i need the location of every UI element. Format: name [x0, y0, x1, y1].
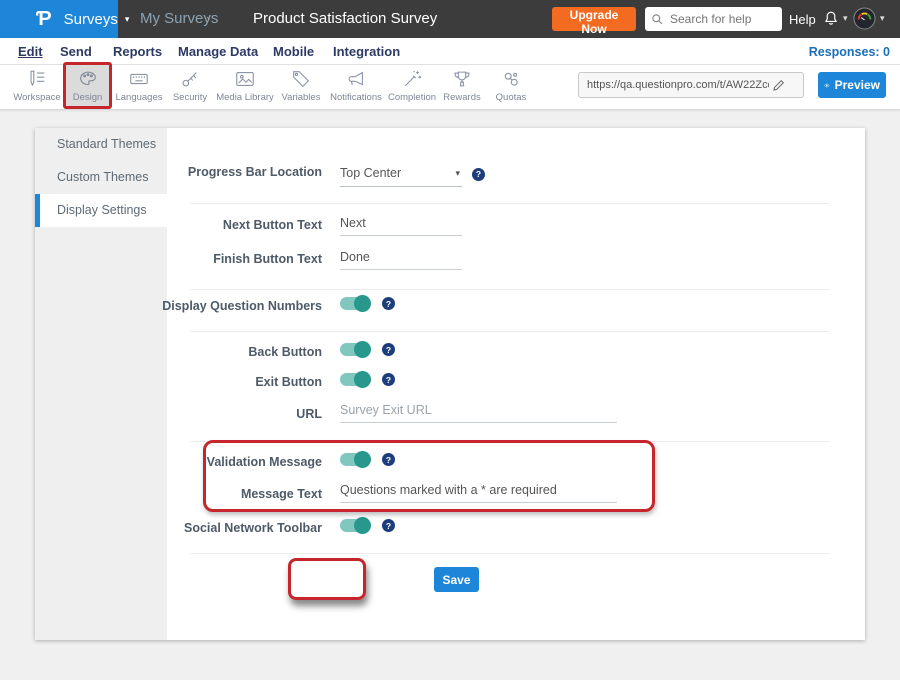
toolbar-item-quotas[interactable]: Quotas: [488, 62, 534, 109]
key-icon: [179, 68, 201, 90]
next-button-text-label: Next Button Text: [55, 218, 322, 232]
survey-url: https://qa.questionpro.com/t/AW22Zcq2J: [587, 79, 769, 91]
validation-message-label: Validation Message: [55, 455, 322, 469]
responses-count[interactable]: Responses: 0: [809, 45, 890, 59]
message-text-label: Message Text: [55, 487, 322, 501]
toolbar-item-completion[interactable]: Completion: [388, 62, 436, 109]
toolbar-item-label: Security: [173, 92, 207, 103]
divider: [190, 553, 830, 554]
help-link[interactable]: Help: [789, 12, 816, 27]
chevron-down-icon[interactable]: ▾: [880, 13, 885, 24]
display-question-numbers-label: Display Question Numbers: [55, 299, 322, 313]
breadcrumb-separator-icon: ›: [206, 11, 210, 26]
toolbar-item-label: Quotas: [496, 92, 527, 103]
trophy-icon: [451, 68, 473, 90]
toolbar-item-label: Media Library: [216, 92, 274, 103]
tag-icon: [290, 68, 312, 90]
sidebar-item-standard-themes[interactable]: Standard Themes: [35, 128, 167, 161]
progress-bar-location-label: Progress Bar Location: [55, 165, 322, 179]
help-icon[interactable]: ?: [382, 373, 395, 386]
chevron-down-icon[interactable]: ▾: [843, 13, 848, 24]
palette-icon: [77, 68, 99, 90]
questionpro-logo: Ƥ: [36, 9, 52, 29]
next-button-text-input[interactable]: [340, 216, 462, 236]
toolbar-item-languages[interactable]: Languages: [112, 62, 166, 109]
finish-button-text-input[interactable]: [340, 250, 462, 270]
preview-label: Preview: [835, 78, 880, 92]
toolbar-item-label: Completion: [388, 92, 436, 103]
divider: [190, 289, 830, 290]
exit-url-input[interactable]: [340, 403, 617, 423]
toolbar-item-variables[interactable]: Variables: [278, 62, 324, 109]
social-network-toolbar-toggle[interactable]: [340, 519, 370, 532]
toolbar-item-media-library[interactable]: Media Library: [212, 62, 278, 109]
nav-reports[interactable]: Reports: [113, 44, 162, 59]
keyboard-icon: [128, 68, 150, 90]
eye-icon: [824, 80, 830, 91]
topbar: Ƥ Surveys ▾ My Surveys › Product Satisfa…: [0, 0, 900, 38]
exit-button-label: Exit Button: [55, 375, 322, 389]
display-question-numbers-toggle[interactable]: [340, 297, 370, 310]
finish-button-text-label: Finish Button Text: [55, 252, 322, 266]
avatar[interactable]: [853, 7, 876, 30]
progress-bar-location-value: Top Center: [340, 166, 401, 180]
help-icon[interactable]: ?: [382, 453, 395, 466]
edit-url-pencil-icon[interactable]: [771, 78, 786, 93]
help-search-input[interactable]: [668, 11, 777, 27]
preview-button[interactable]: Preview: [818, 72, 886, 98]
divider: [190, 331, 830, 332]
nav-manage-data[interactable]: Manage Data: [178, 44, 258, 59]
chevron-down-icon: ▾: [125, 14, 130, 25]
toolbar-item-design[interactable]: Design: [63, 62, 112, 109]
social-network-toolbar-label: Social Network Toolbar: [55, 521, 322, 535]
wand-icon: [401, 68, 423, 90]
product-switcher[interactable]: Ƥ Surveys ▾: [0, 0, 118, 38]
help-icon[interactable]: ?: [472, 168, 485, 181]
back-button-label: Back Button: [55, 345, 322, 359]
back-button-toggle[interactable]: [340, 343, 370, 356]
nav-send[interactable]: Send: [60, 44, 92, 59]
toolbar-item-notifications[interactable]: Notifications: [324, 62, 388, 109]
toolbar-item-workspace[interactable]: Workspace: [12, 62, 62, 109]
validation-message-toggle[interactable]: [340, 453, 370, 466]
divider: [190, 441, 830, 442]
nav-edit[interactable]: Edit: [18, 44, 43, 59]
image-icon: [234, 68, 256, 90]
exit-url-label: URL: [55, 407, 322, 421]
display-settings-form: Progress Bar Location Top Center ▾ ? Nex…: [167, 128, 865, 640]
workspace-icon: [26, 68, 48, 90]
toolbar-item-label: Languages: [115, 92, 162, 103]
page-title: Product Satisfaction Survey: [253, 10, 437, 27]
product-name: Surveys: [64, 11, 118, 28]
help-icon[interactable]: ?: [382, 519, 395, 532]
toolbar-item-security[interactable]: Security: [168, 62, 212, 109]
toolbar-item-label: Workspace: [13, 92, 60, 103]
upgrade-now-button[interactable]: Upgrade Now: [552, 7, 636, 31]
app-window: Ƥ Surveys ▾ My Surveys › Product Satisfa…: [0, 0, 900, 680]
nav-mobile[interactable]: Mobile: [273, 44, 314, 59]
toolbar-item-label: Notifications: [330, 92, 382, 103]
megaphone-icon: [345, 68, 367, 90]
chevron-down-icon: ▾: [455, 161, 460, 185]
survey-nav: Edit Send Reports Manage Data Mobile Int…: [0, 38, 900, 65]
divider: [190, 203, 830, 204]
progress-bar-location-select[interactable]: Top Center ▾: [340, 161, 462, 187]
toolbar-item-label: Rewards: [443, 92, 481, 103]
chain-icon: [500, 68, 522, 90]
survey-url-box: https://qa.questionpro.com/t/AW22Zcq2J: [578, 72, 804, 98]
toolbar-item-rewards[interactable]: Rewards: [440, 62, 484, 109]
help-search-box[interactable]: [645, 7, 782, 31]
search-icon: [651, 13, 664, 26]
nav-integration[interactable]: Integration: [333, 44, 400, 59]
notifications-bell-icon[interactable]: [821, 8, 841, 29]
save-button[interactable]: Save: [434, 567, 479, 592]
exit-button-toggle[interactable]: [340, 373, 370, 386]
message-text-input[interactable]: [340, 483, 617, 503]
help-icon[interactable]: ?: [382, 297, 395, 310]
toolbar-item-label: Variables: [282, 92, 321, 103]
design-settings-card: Standard Themes Custom Themes Display Se…: [35, 128, 865, 640]
help-icon[interactable]: ?: [382, 343, 395, 356]
toolbar-item-label: Design: [73, 92, 103, 103]
